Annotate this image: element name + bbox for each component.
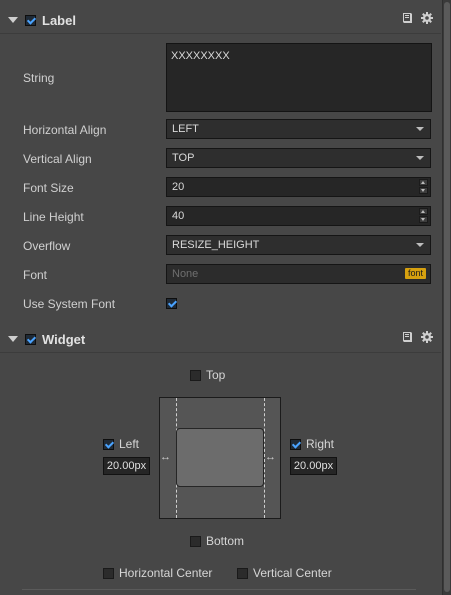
bottom-label: Bottom — [206, 534, 245, 548]
right-stretch-arrow-icon: ↔ — [265, 451, 276, 463]
chevron-down-icon — [416, 156, 424, 160]
font-placeholder: None — [172, 268, 199, 280]
chevron-down-icon — [416, 127, 424, 131]
overflow-row: Overflow RESIZE_HEIGHT — [0, 235, 441, 257]
widget-right-toggle[interactable]: Right — [290, 437, 334, 451]
scrollbar[interactable] — [442, 0, 451, 595]
bottom-checkbox[interactable] — [190, 535, 201, 547]
vertical-center-toggle[interactable]: Vertical Center — [237, 566, 332, 580]
widget-top-toggle[interactable]: Top — [190, 368, 225, 382]
left-label: Left — [119, 437, 140, 451]
use-system-font-row: Use System Font — [0, 293, 441, 315]
horizontal-center-checkbox[interactable] — [103, 567, 114, 579]
vertical-align-value: TOP — [172, 152, 195, 164]
gear-icon[interactable] — [421, 331, 433, 343]
section-divider — [0, 33, 441, 34]
collapse-caret-icon[interactable] — [8, 336, 18, 342]
line-height-stepper[interactable] — [419, 208, 428, 224]
font-size-input[interactable]: 20 — [166, 177, 431, 197]
font-label: Font — [23, 268, 48, 282]
overflow-label: Overflow — [23, 239, 71, 253]
right-checkbox[interactable] — [290, 438, 301, 450]
widget-alignment-preview — [159, 397, 281, 519]
vertical-center-label: Vertical Center — [253, 566, 332, 580]
line-height-label: Line Height — [23, 210, 84, 224]
font-size-row: Font Size 20 — [0, 177, 441, 199]
font-row: Font None font — [0, 264, 441, 286]
vertical-align-row: Vertical Align TOP — [0, 148, 441, 170]
line-height-input[interactable]: 40 — [166, 206, 431, 226]
vertical-align-label: Vertical Align — [23, 152, 92, 166]
scrollbar-thumb[interactable] — [444, 2, 450, 592]
book-icon[interactable] — [401, 12, 414, 24]
label-enabled-checkbox[interactable] — [25, 14, 36, 26]
use-system-font-label: Use System Font — [23, 297, 116, 311]
line-height-row: Line Height 40 — [0, 206, 441, 228]
horizontal-center-toggle[interactable]: Horizontal Center — [103, 566, 212, 580]
left-stretch-arrow-icon: ↔ — [160, 451, 171, 463]
label-section-title: Label — [42, 12, 76, 28]
widget-enabled-checkbox[interactable] — [25, 333, 36, 345]
horizontal-align-select[interactable]: LEFT — [166, 119, 431, 139]
overflow-value: RESIZE_HEIGHT — [172, 239, 260, 251]
line-height-value: 40 — [172, 210, 185, 222]
use-system-font-checkbox[interactable] — [166, 298, 177, 309]
widget-component-header: Widget — [0, 327, 441, 351]
horizontal-center-label: Horizontal Center — [119, 566, 213, 580]
horizontal-align-value: LEFT — [172, 123, 199, 135]
horizontal-align-label: Horizontal Align — [23, 123, 107, 137]
font-size-label: Font Size — [23, 181, 74, 195]
font-asset-field[interactable]: None font — [166, 264, 431, 284]
string-textarea[interactable]: XXXXXXXX — [166, 43, 432, 112]
section-divider — [0, 352, 441, 353]
right-offset-input[interactable]: 20.00px — [290, 457, 337, 475]
left-checkbox[interactable] — [103, 438, 114, 450]
collapse-caret-icon[interactable] — [8, 17, 18, 23]
string-label: String — [23, 71, 55, 85]
font-asset-badge: font — [404, 268, 426, 279]
label-component-header: Label — [0, 8, 441, 32]
widget-left-toggle[interactable]: Left — [103, 437, 139, 451]
font-size-value: 20 — [172, 181, 185, 193]
book-icon[interactable] — [401, 331, 414, 343]
top-checkbox[interactable] — [190, 369, 201, 381]
bottom-divider — [22, 589, 416, 590]
vertical-align-select[interactable]: TOP — [166, 148, 431, 168]
font-size-stepper[interactable] — [419, 179, 428, 195]
right-label: Right — [306, 437, 335, 451]
top-label: Top — [206, 368, 226, 382]
horizontal-align-row: Horizontal Align LEFT — [0, 119, 441, 141]
widget-bottom-toggle[interactable]: Bottom — [190, 534, 244, 548]
vertical-center-checkbox[interactable] — [237, 567, 248, 579]
gear-icon[interactable] — [421, 12, 433, 24]
left-offset-input[interactable]: 20.00px — [103, 457, 150, 475]
chevron-down-icon — [416, 243, 424, 247]
widget-section-title: Widget — [42, 331, 86, 347]
overflow-select[interactable]: RESIZE_HEIGHT — [166, 235, 431, 255]
widget-node-box — [176, 428, 264, 487]
